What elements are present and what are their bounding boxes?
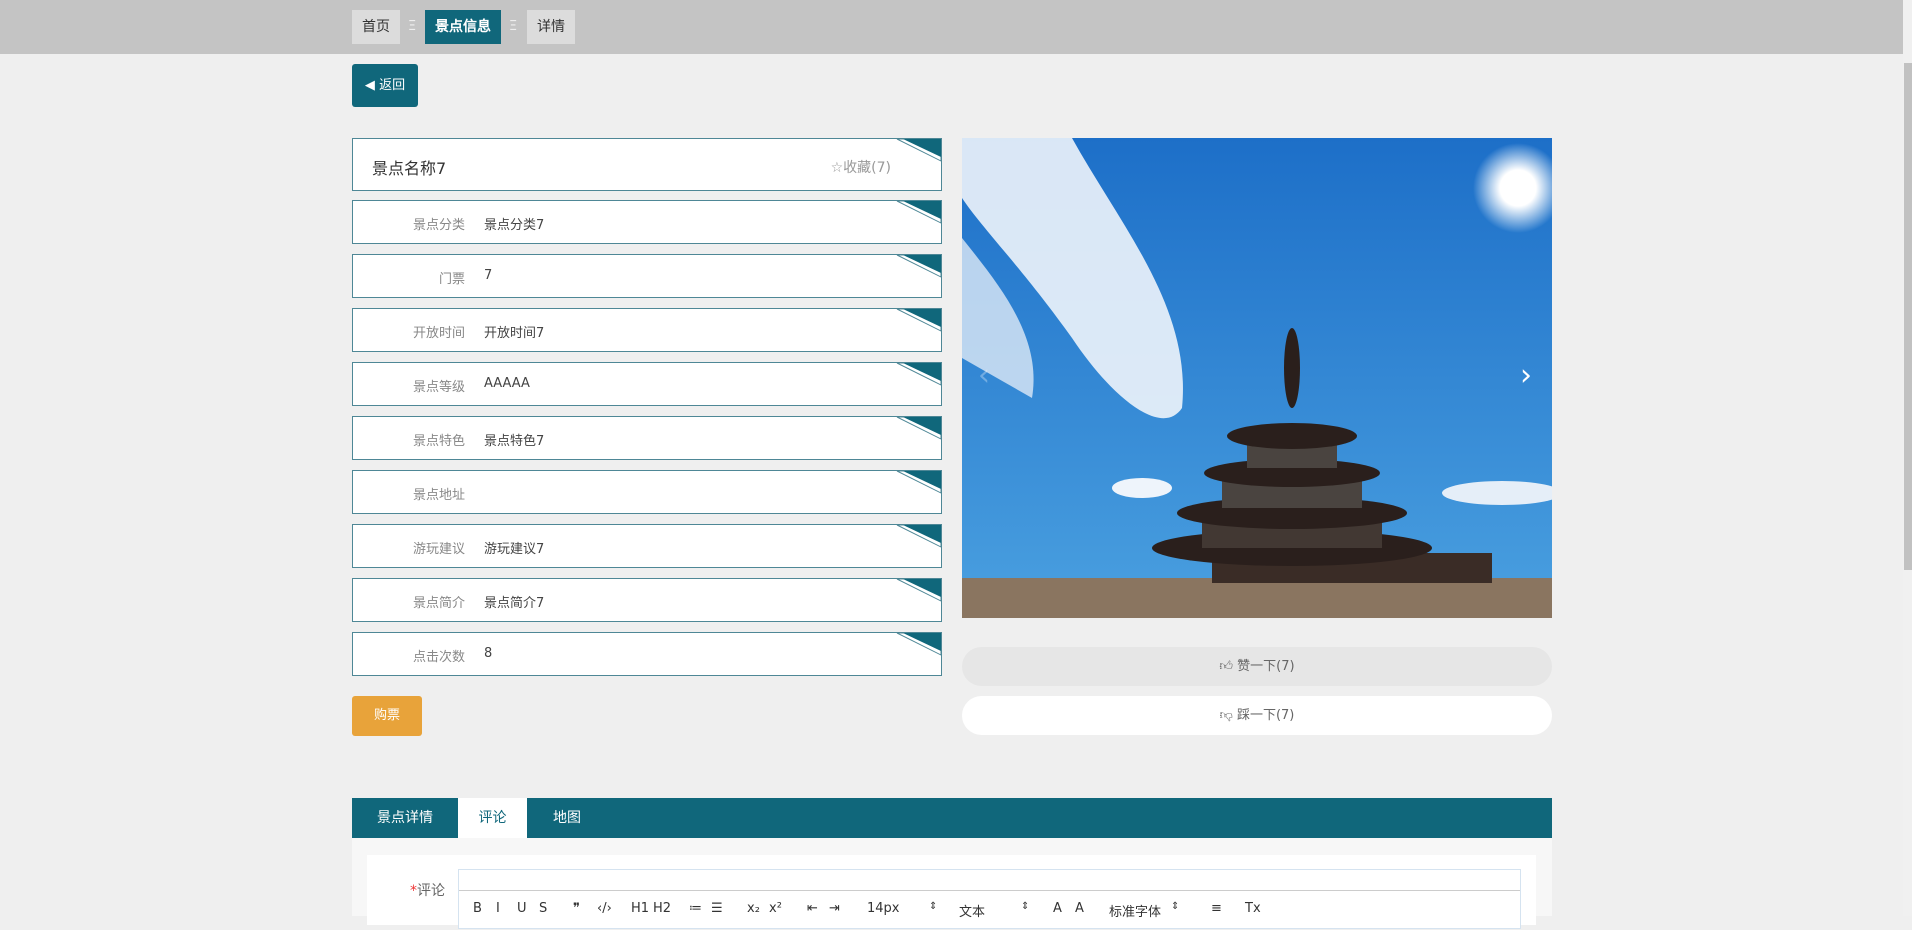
info-row: 游玩建议 游玩建议7 xyxy=(352,524,942,568)
corner-ribbon-icon xyxy=(896,363,941,386)
field-value: 景点简介7 xyxy=(484,596,545,611)
scrollbar-thumb[interactable] xyxy=(1904,63,1912,570)
thumbs-up-icon: 👍︎ xyxy=(1219,659,1238,674)
corner-ribbon-icon xyxy=(896,525,941,548)
tab-map[interactable]: 地图 xyxy=(527,798,607,838)
toolbar-button[interactable]: ‹/› xyxy=(597,901,612,916)
favorite-button[interactable]: ☆收藏(7) xyxy=(831,157,891,177)
spot-name: 景点名称7 xyxy=(372,159,447,178)
toolbar-button[interactable]: H1 xyxy=(631,901,649,916)
corner-ribbon-icon xyxy=(896,201,941,224)
field-label: 开放时间 xyxy=(412,326,465,341)
field-value: 景点特色7 xyxy=(484,434,545,449)
breadcrumb-separator: Ξ xyxy=(408,19,417,34)
breadcrumb-separator: Ξ xyxy=(509,19,518,34)
paragraph-select[interactable]: 文本 xyxy=(959,901,985,920)
toolbar-button[interactable]: x² xyxy=(769,901,782,916)
select-arrows-icon: ⇕ xyxy=(929,901,938,912)
field-value: 7 xyxy=(484,268,493,283)
font-family-select[interactable]: 标准字体 xyxy=(1109,901,1161,920)
dislike-button[interactable]: 👎︎ 踩一下(7) xyxy=(962,696,1552,735)
field-label: 景点特色 xyxy=(412,434,465,449)
info-row: 门票 7 xyxy=(352,254,942,298)
comment-editor[interactable]: B I U S ❞ ‹/› H1 H2 ≔ ☰ x₂ x² ⇤ ⇥ 14px ⇕ 文本 ⇕ 标准字体 ⇕ A A ≡ Tx xyxy=(458,869,1521,929)
info-row: 景点特色 景点特色7 xyxy=(352,416,942,460)
favorite-label: 收藏(7) xyxy=(843,160,891,176)
corner-ribbon-icon xyxy=(896,139,941,162)
spot-image-carousel[interactable]: ‹ › xyxy=(962,138,1552,618)
corner-ribbon-icon xyxy=(896,579,941,602)
select-arrows-icon: ⇕ xyxy=(1171,901,1180,912)
spot-name-row: 景点名称7 ☆收藏(7) xyxy=(352,138,942,191)
toolbar-button[interactable]: ≡ xyxy=(1211,901,1222,916)
back-label: 返回 xyxy=(379,78,406,93)
corner-ribbon-icon xyxy=(896,633,941,656)
scrollbar[interactable] xyxy=(1903,0,1912,916)
toolbar-button[interactable]: A xyxy=(1075,901,1084,916)
font-size-select[interactable]: 14px xyxy=(867,901,900,916)
toolbar-button[interactable]: U xyxy=(517,901,527,916)
tab-spot-details[interactable]: 景点详情 xyxy=(352,798,458,838)
breadcrumb-detail[interactable]: 详情 xyxy=(527,10,575,44)
toolbar-button[interactable]: I xyxy=(496,901,500,916)
toolbar-button[interactable]: S xyxy=(539,901,547,916)
corner-ribbon-icon xyxy=(896,309,941,332)
info-row: 景点地址 xyxy=(352,470,942,514)
info-row: 景点等级 AAAAA xyxy=(352,362,942,406)
carousel-prev-icon[interactable]: ‹ xyxy=(978,358,990,393)
field-value: AAAAA xyxy=(484,376,530,391)
buy-ticket-button[interactable]: 购票 xyxy=(352,696,422,736)
breadcrumb-spot-info[interactable]: 景点信息 xyxy=(425,10,501,44)
toolbar-button[interactable]: ≔ xyxy=(689,901,702,916)
corner-ribbon-icon xyxy=(896,417,941,440)
toolbar-button[interactable]: ☰ xyxy=(711,901,723,916)
corner-ribbon-icon xyxy=(896,471,941,494)
editor-toolbar: B I U S ❞ ‹/› H1 H2 ≔ ☰ x₂ x² ⇤ ⇥ 14px ⇕ 文本 ⇕ 标准字体 ⇕ A A ≡ Tx xyxy=(459,890,1520,930)
toolbar-button[interactable]: ⇤ xyxy=(807,901,818,916)
toolbar-button[interactable]: Tx xyxy=(1245,901,1261,916)
field-value: 景点分类7 xyxy=(484,218,545,233)
toolbar-button[interactable]: A xyxy=(1053,901,1062,916)
toolbar-button[interactable]: x₂ xyxy=(747,901,760,916)
star-icon: ☆ xyxy=(830,160,844,176)
field-label: 景点分类 xyxy=(412,218,465,233)
back-button[interactable]: ◀ 返回 xyxy=(352,64,418,107)
toolbar-button[interactable]: ⇥ xyxy=(829,901,840,916)
field-value: 游玩建议7 xyxy=(484,542,545,557)
select-arrows-icon: ⇕ xyxy=(1021,901,1030,912)
info-row: 景点简介 景点简介7 xyxy=(352,578,942,622)
detail-tabs: 景点详情 评论 地图 xyxy=(352,798,1552,838)
info-row: 点击次数 8 xyxy=(352,632,942,676)
spot-photo xyxy=(962,138,1552,618)
field-label: 景点等级 xyxy=(412,380,465,395)
toolbar-button[interactable]: H2 xyxy=(653,901,671,916)
field-value: 开放时间7 xyxy=(484,326,545,341)
dislike-label: 踩一下(7) xyxy=(1236,708,1295,723)
thumbs-down-icon: 👎︎ xyxy=(1219,708,1237,723)
comment-label: *评论 xyxy=(410,880,445,900)
tab-comments[interactable]: 评论 xyxy=(458,798,527,838)
caret-left-icon: ◀ xyxy=(364,78,380,93)
breadcrumb-home[interactable]: 首页 xyxy=(352,10,400,44)
like-button[interactable]: 👍︎ 赞一下(7) xyxy=(962,647,1552,686)
field-label: 景点简介 xyxy=(412,596,465,611)
toolbar-button[interactable]: B xyxy=(473,901,482,916)
like-label: 赞一下(7) xyxy=(1237,659,1295,674)
toolbar-button[interactable]: ❞ xyxy=(573,901,580,916)
corner-ribbon-icon xyxy=(896,255,941,278)
info-row: 开放时间 开放时间7 xyxy=(352,308,942,352)
field-label: 游玩建议 xyxy=(412,542,465,557)
field-label: 景点地址 xyxy=(412,488,465,503)
comment-label-text: 评论 xyxy=(417,883,445,899)
field-label: 点击次数 xyxy=(412,650,465,665)
required-mark: * xyxy=(410,883,417,899)
top-bar: 首页 Ξ 景点信息 Ξ 详情 xyxy=(0,0,1903,54)
carousel-next-icon[interactable]: › xyxy=(1520,358,1532,393)
info-row: 景点分类 景点分类7 xyxy=(352,200,942,244)
field-value: 8 xyxy=(484,646,493,661)
field-label: 门票 xyxy=(438,272,465,287)
